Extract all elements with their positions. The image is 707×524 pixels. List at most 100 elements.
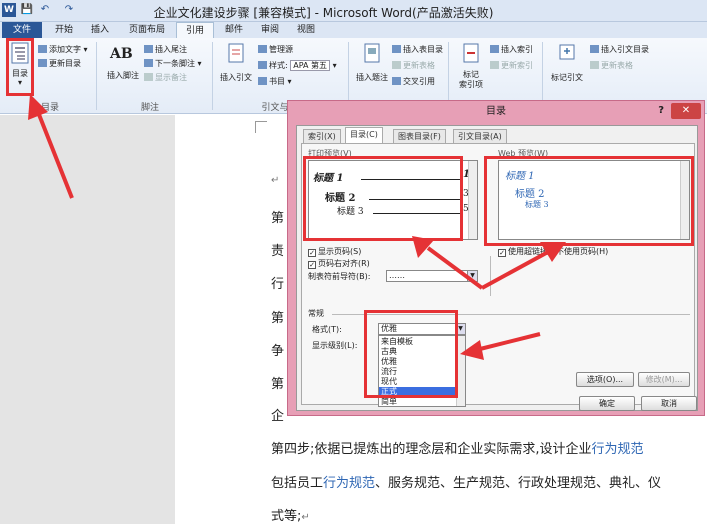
cancel-button[interactable]: 取消 bbox=[641, 396, 697, 411]
doc-line: 第 bbox=[271, 311, 285, 326]
update-index-button[interactable]: 更新索引 bbox=[490, 60, 533, 71]
mark-entry-label: 标记 索引项 bbox=[459, 70, 483, 89]
style-selector[interactable]: 样式: APA 第五 ▾ bbox=[258, 60, 337, 71]
table-of-figures-icon bbox=[392, 45, 401, 53]
insert-footnote-label: 插入脚注 bbox=[107, 71, 139, 80]
levels-label: 显示级别(L): bbox=[312, 341, 358, 350]
window-title: 企业文化建设步骤 [兼容模式] - Microsoft Word(产品激活失败) bbox=[153, 6, 494, 20]
tab-table-of-authorities[interactable]: 引文目录(A) bbox=[453, 129, 507, 143]
doc-line: 第 bbox=[271, 211, 285, 226]
insert-citation-button[interactable]: 插入引文 bbox=[218, 42, 254, 92]
tab-insert[interactable]: 插入 bbox=[84, 22, 116, 38]
ribbon-tabs: 文件 开始 插入 页面布局 引用 邮件 审阅 视图 bbox=[0, 22, 707, 39]
help-icon[interactable]: ? bbox=[658, 105, 664, 116]
cross-reference-button[interactable]: 交叉引用 bbox=[392, 76, 435, 87]
footnote-icon: AB bbox=[110, 46, 133, 62]
insert-caption-label: 插入题注 bbox=[356, 73, 388, 82]
mark-citation-label: 标记引文 bbox=[551, 73, 583, 82]
highlight-print-preview bbox=[303, 156, 463, 241]
style-icon bbox=[258, 61, 267, 69]
options-button[interactable]: 选项(O)... bbox=[576, 372, 634, 387]
endnote-icon bbox=[144, 45, 153, 53]
bibliography-button[interactable]: 书目 ▾ bbox=[258, 76, 292, 87]
insert-table-of-figures-button[interactable]: 插入表目录 bbox=[392, 44, 443, 55]
tab-file[interactable]: 文件 bbox=[2, 22, 42, 38]
doc-line: 企 bbox=[271, 409, 285, 424]
footnotes-group-label: 脚注 bbox=[140, 103, 159, 113]
tab-review[interactable]: 审阅 bbox=[254, 22, 286, 38]
update-index-icon bbox=[490, 61, 499, 69]
hyperlink[interactable]: 行为规范 bbox=[323, 476, 375, 491]
format-option[interactable]: 简单 bbox=[381, 397, 397, 407]
doc-paragraph-5: 包括员工行为规范、服务规范、生产规范、行政处理规范、典礼、仪 bbox=[271, 476, 662, 491]
insert-toa-button[interactable]: 插入引文目录 bbox=[590, 44, 649, 55]
toc-dialog: 目录 ? ✕ 索引(X) 目录(C) 图表目录(F) 引文目录(A) 打印预览(… bbox=[287, 100, 705, 416]
highlight-toc-button bbox=[6, 38, 34, 96]
mark-citation-button[interactable]: 标记引文 bbox=[548, 42, 586, 92]
insert-caption-button[interactable]: 插入题注 bbox=[354, 42, 390, 92]
insert-index-button[interactable]: 插入索引 bbox=[490, 44, 533, 55]
doc-line: 行 bbox=[271, 277, 285, 292]
next-footnote-icon bbox=[144, 59, 153, 67]
checkbox: ✓ bbox=[308, 249, 316, 257]
insert-citation-label: 插入引文 bbox=[220, 73, 252, 82]
add-text-button[interactable]: 添加文字 ▾ bbox=[38, 44, 88, 55]
tab-page-layout[interactable]: 页面布局 bbox=[122, 22, 172, 38]
divider bbox=[490, 256, 491, 296]
doc-line: 第 bbox=[271, 377, 285, 392]
doc-line: 争 bbox=[271, 344, 285, 359]
tab-index[interactable]: 索引(X) bbox=[303, 129, 341, 143]
show-page-numbers-checkbox[interactable]: ✓ 显示页码(S) bbox=[308, 246, 361, 257]
tab-leader-select[interactable]: …… ▼ bbox=[386, 270, 478, 282]
scrollbar[interactable] bbox=[468, 161, 477, 239]
mark-entry-icon bbox=[463, 43, 479, 63]
tab-home[interactable]: 开始 bbox=[48, 22, 80, 38]
return-mark: ↵ bbox=[271, 175, 280, 186]
doc-paragraph-4: 第四步;依据已提炼出的理念层和企业实际需求,设计企业行为规范 bbox=[271, 442, 644, 457]
manage-sources-button[interactable]: 管理源 bbox=[258, 44, 293, 55]
show-notes-button[interactable]: 显示备注 bbox=[144, 72, 187, 83]
general-label: 常规 bbox=[308, 309, 324, 318]
dialog-title: 目录 bbox=[486, 106, 506, 117]
tab-view[interactable]: 视图 bbox=[290, 22, 322, 38]
right-align-checkbox[interactable]: ✓ 页码右对齐(R) bbox=[308, 258, 370, 269]
tab-table-of-figures[interactable]: 图表目录(F) bbox=[393, 129, 446, 143]
show-notes-icon bbox=[144, 73, 153, 81]
highlight-format-dropdown bbox=[364, 310, 458, 398]
close-icon[interactable]: ✕ bbox=[671, 103, 701, 119]
format-label: 格式(T): bbox=[312, 325, 342, 334]
insert-index-icon bbox=[490, 45, 499, 53]
update-toc-button[interactable]: 更新目录 bbox=[38, 58, 81, 69]
separator bbox=[212, 42, 213, 110]
highlight-web-preview bbox=[484, 156, 694, 246]
use-hyperlinks-checkbox[interactable]: ✓ 使用超链接而不使用页码(H) bbox=[498, 246, 608, 257]
cross-reference-icon bbox=[392, 77, 401, 85]
ok-button[interactable]: 确定 bbox=[579, 396, 635, 411]
add-text-icon bbox=[38, 45, 47, 53]
hyperlink[interactable]: 行为规范 bbox=[592, 442, 644, 457]
refresh-icon bbox=[38, 59, 47, 67]
mark-citation-icon bbox=[559, 44, 575, 60]
style-value: APA 第五 bbox=[290, 60, 331, 71]
tab-references[interactable]: 引用 bbox=[176, 22, 214, 39]
update-toa-button[interactable]: 更新表格 bbox=[590, 60, 633, 71]
checkbox: ✓ bbox=[498, 249, 506, 257]
chevron-down-icon: ▼ bbox=[467, 271, 477, 281]
title-bar: W 💾 ↶ ↷ 企业文化建设步骤 [兼容模式] - Microsoft Word… bbox=[0, 0, 707, 22]
insert-footnote-button[interactable]: AB 插入脚注 bbox=[104, 44, 142, 84]
insert-toa-icon bbox=[590, 45, 599, 53]
bibliography-icon bbox=[258, 77, 267, 85]
citation-icon bbox=[228, 43, 244, 63]
update-table-button[interactable]: 更新表格 bbox=[392, 60, 435, 71]
mark-entry-button[interactable]: 标记 索引项 bbox=[454, 42, 488, 98]
next-footnote-button[interactable]: 下一条脚注 ▾ bbox=[144, 58, 202, 69]
tab-mailings[interactable]: 邮件 bbox=[218, 22, 250, 38]
insert-endnote-button[interactable]: 插入尾注 bbox=[144, 44, 187, 55]
tab-leader-label: 制表符前导符(B): bbox=[308, 272, 371, 281]
update-table-icon bbox=[392, 61, 401, 69]
doc-paragraph-6: 式等;↵ bbox=[271, 509, 310, 524]
tab-toc[interactable]: 目录(C) bbox=[345, 127, 383, 144]
modify-button[interactable]: 修改(M)... bbox=[638, 372, 690, 387]
separator bbox=[96, 42, 97, 110]
caption-icon bbox=[364, 43, 380, 63]
